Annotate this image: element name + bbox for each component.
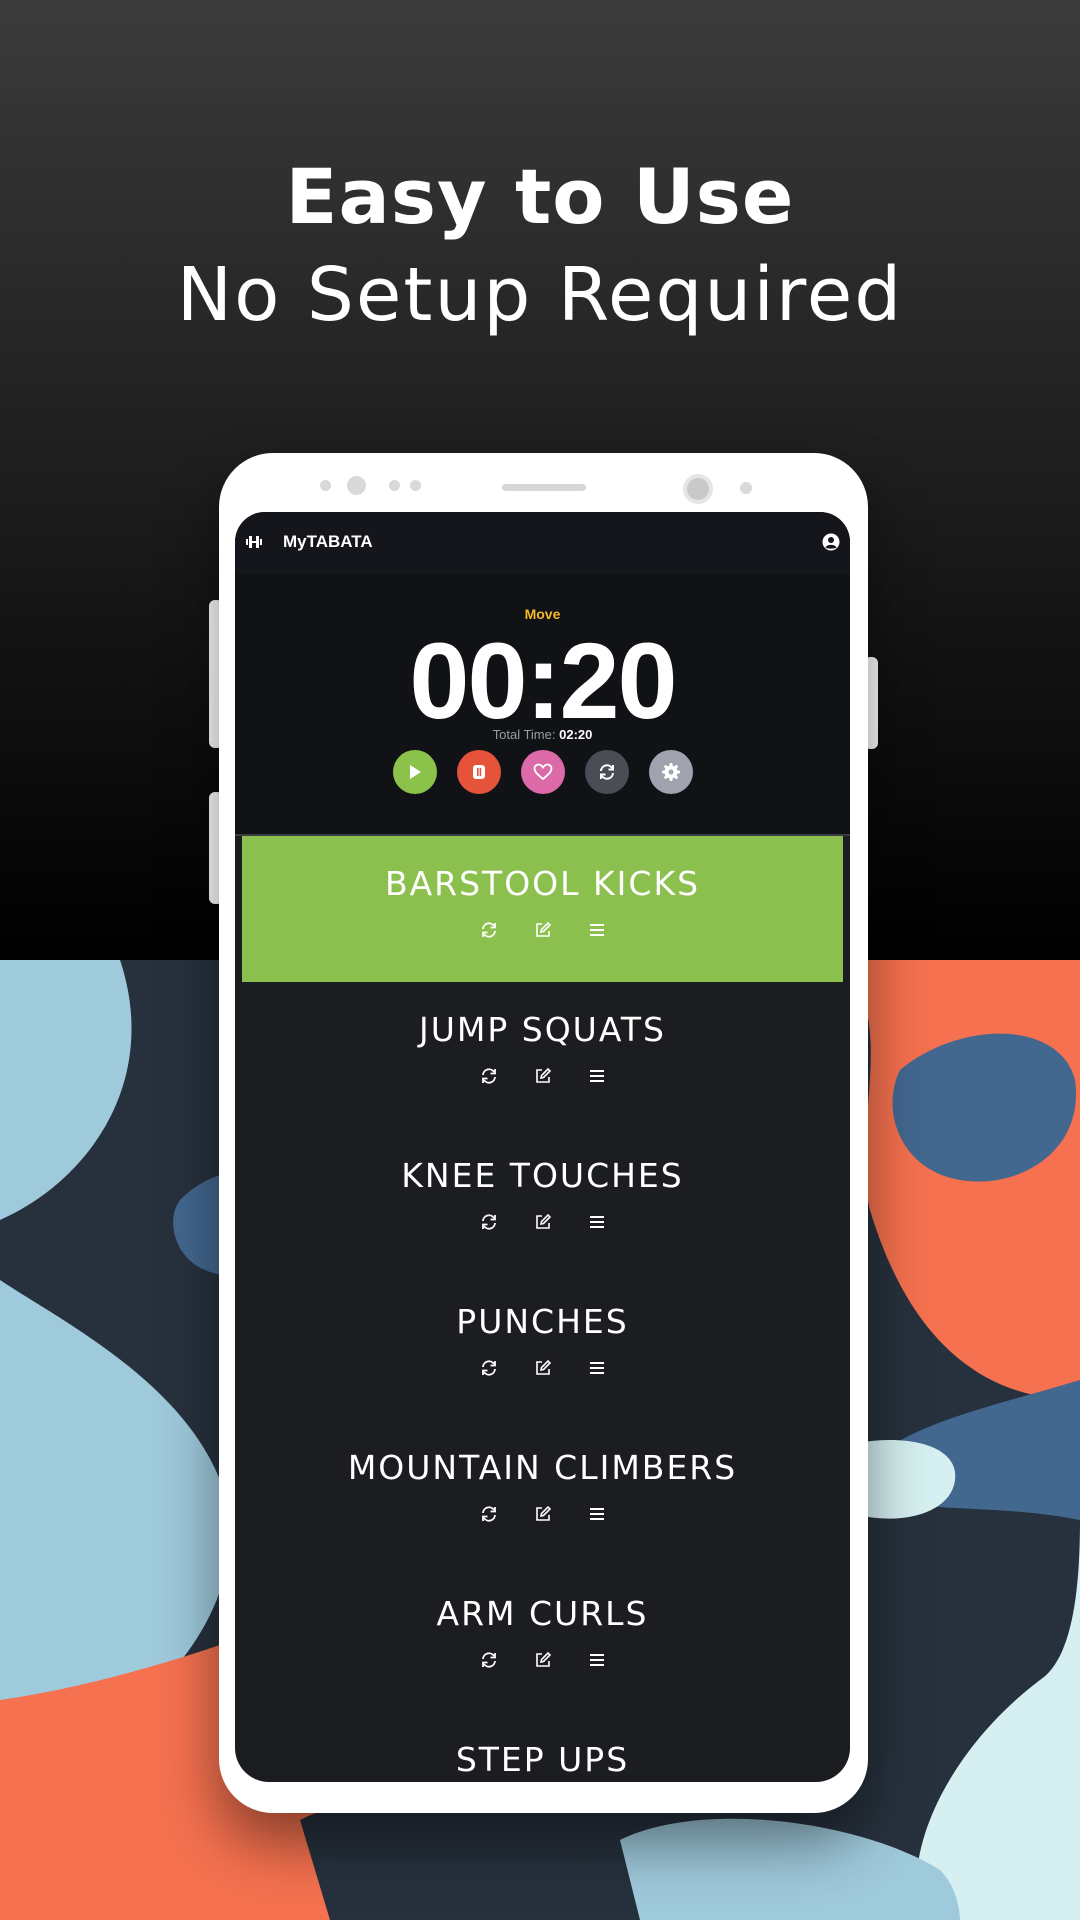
exercise-item[interactable]: STEP UPS — [235, 1712, 850, 1782]
account-circle-icon[interactable] — [822, 533, 840, 551]
headline-title: Easy to Use — [285, 152, 795, 241]
phone-iris-scanner — [683, 474, 713, 504]
exercise-name: ARM CURLS — [436, 1594, 649, 1633]
app-bar: MyTABATA — [235, 512, 850, 574]
repeat-icon[interactable] — [480, 1651, 498, 1669]
exercise-item[interactable]: ARM CURLS — [235, 1566, 850, 1712]
headline-subtitle: No Setup Required — [176, 252, 904, 338]
total-time-label: Total Time: — [492, 727, 556, 742]
exercise-actions — [235, 1651, 850, 1669]
exercise-item[interactable]: BARSTOOL KICKS — [242, 836, 843, 982]
exercise-actions — [235, 1067, 850, 1085]
phone-speaker — [502, 484, 586, 491]
exercise-actions — [235, 1505, 850, 1523]
repeat-icon[interactable] — [480, 1505, 498, 1523]
phone-sensor-dot — [389, 480, 400, 491]
play-button[interactable] — [392, 750, 437, 794]
edit-icon[interactable] — [534, 1067, 552, 1085]
exercise-name: KNEE TOUCHES — [401, 1156, 684, 1195]
repeat-icon[interactable] — [480, 1359, 498, 1377]
exercise-item[interactable]: JUMP SQUATS — [235, 982, 850, 1128]
exercise-item[interactable]: KNEE TOUCHES — [235, 1128, 850, 1274]
phone-front-camera — [347, 476, 366, 495]
exercise-actions — [242, 921, 843, 939]
app-screen: MyTABATA Move 00:20 Total Time: 02:20 BA… — [235, 512, 850, 1782]
edit-icon[interactable] — [534, 1359, 552, 1377]
edit-icon[interactable] — [534, 921, 552, 939]
repeat-icon[interactable] — [480, 1067, 498, 1085]
repeat-button[interactable] — [584, 750, 629, 794]
total-time-value: 02:20 — [559, 727, 593, 742]
phone-sensor-dot — [740, 482, 752, 494]
exercise-list: BARSTOOL KICKS JUMP SQUATS KNEE TOUCHES PUN… — [235, 836, 850, 1782]
exercise-name: JUMP SQUATS — [419, 1010, 666, 1049]
reorder-icon[interactable] — [588, 1651, 606, 1669]
reorder-icon[interactable] — [588, 1505, 606, 1523]
reorder-icon[interactable] — [588, 921, 606, 939]
phone-sensor-dot — [410, 480, 421, 491]
timer-panel: Move 00:20 Total Time: 02:20 — [235, 574, 850, 836]
reorder-icon[interactable] — [588, 1067, 606, 1085]
exercise-actions — [235, 1359, 850, 1377]
timer-controls — [235, 750, 850, 794]
exercise-name: PUNCHES — [456, 1302, 629, 1341]
repeat-icon[interactable] — [480, 1213, 498, 1231]
exercise-name: BARSTOOL KICKS — [384, 864, 701, 903]
total-time: Total Time: 02:20 — [235, 727, 850, 742]
timer-clock: 00:20 — [409, 620, 677, 741]
app-title: MyTABATA — [283, 532, 373, 551]
exercise-item[interactable]: MOUNTAIN CLIMBERS — [235, 1420, 850, 1566]
pause-icon — [472, 765, 485, 779]
barbell-icon[interactable] — [246, 535, 262, 549]
repeat-icon[interactable] — [480, 921, 498, 939]
edit-icon[interactable] — [534, 1213, 552, 1231]
exercise-name: MOUNTAIN CLIMBERS — [347, 1448, 738, 1487]
phone-sensor-dot — [320, 480, 331, 491]
settings-button[interactable] — [648, 750, 693, 794]
play-icon — [409, 765, 421, 779]
exercise-actions — [235, 1213, 850, 1231]
exercise-item[interactable]: PUNCHES — [235, 1274, 850, 1420]
pause-button[interactable] — [456, 750, 501, 794]
heart-icon — [533, 763, 552, 781]
favorite-button[interactable] — [520, 750, 565, 794]
repeat-icon — [599, 764, 614, 780]
reorder-icon[interactable] — [588, 1213, 606, 1231]
edit-icon[interactable] — [534, 1505, 552, 1523]
edit-icon[interactable] — [534, 1651, 552, 1669]
gear-icon — [661, 763, 680, 781]
exercise-name: STEP UPS — [455, 1740, 630, 1779]
reorder-icon[interactable] — [588, 1359, 606, 1377]
